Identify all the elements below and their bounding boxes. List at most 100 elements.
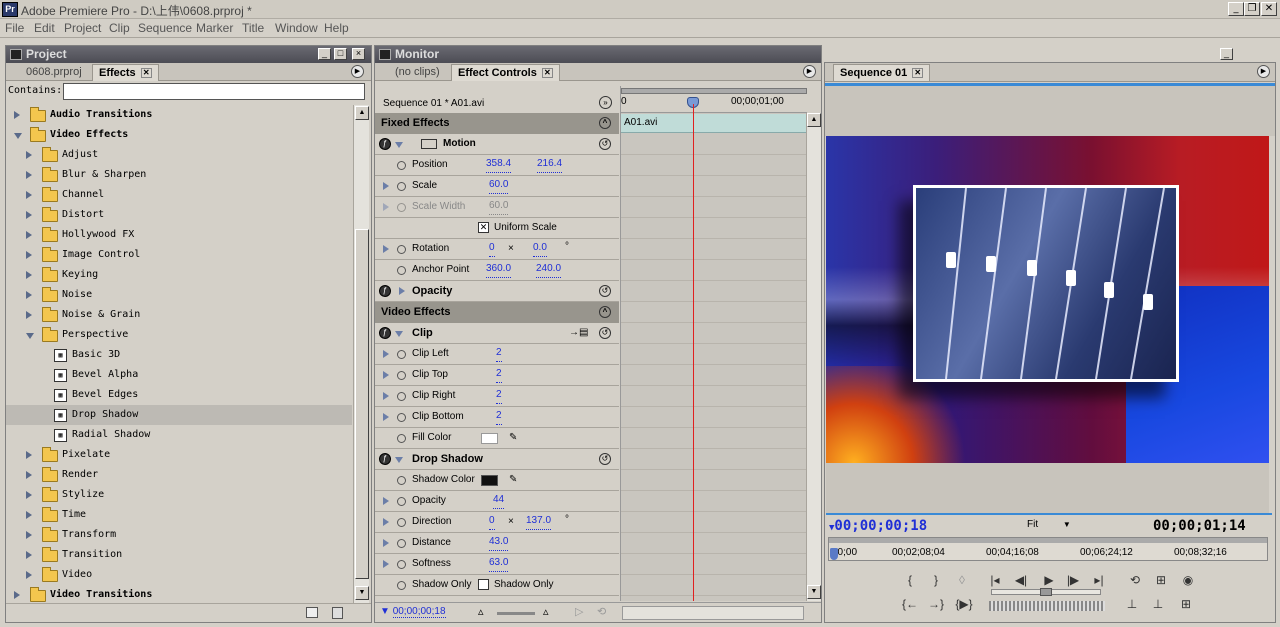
loop-icon[interactable]: ⟲: [597, 605, 606, 618]
tab-project-file[interactable]: 0608.prproj: [20, 64, 88, 81]
mark-out-icon[interactable]: }: [929, 573, 943, 587]
jog-wheel[interactable]: [989, 601, 1105, 611]
tree-item[interactable]: Video Effects: [6, 125, 352, 145]
stopwatch-icon[interactable]: [397, 518, 406, 527]
restore-button[interactable]: ❐: [1244, 2, 1260, 16]
mark-in-icon[interactable]: {: [903, 573, 917, 587]
ec-timecode[interactable]: ▼ 00;00;00;18: [380, 606, 446, 618]
output-icon[interactable]: ◉: [1180, 573, 1196, 587]
chevron-right-icon[interactable]: [26, 531, 32, 539]
keyframe-track[interactable]: [621, 302, 807, 323]
reset-icon[interactable]: ↺: [599, 138, 611, 150]
shadow-color-swatch[interactable]: [481, 475, 498, 486]
tab-close-icon[interactable]: ✕: [140, 68, 152, 79]
keyframe-track[interactable]: [621, 218, 807, 239]
chevron-right-icon[interactable]: [26, 491, 32, 499]
tree-item[interactable]: Keying: [6, 265, 352, 285]
direction-turns-value[interactable]: 0: [489, 512, 495, 530]
clip-bottom-value[interactable]: 2: [496, 407, 502, 425]
tab-no-clips[interactable]: (no clips): [389, 64, 446, 81]
menu-file[interactable]: File: [5, 21, 24, 35]
effect-timeline[interactable]: 0 00;00;01;00 A01.avi: [620, 86, 807, 601]
reset-icon[interactable]: ↺: [599, 453, 611, 465]
expand-triangle-icon[interactable]: [383, 182, 389, 190]
menu-project[interactable]: Project: [64, 21, 101, 35]
tree-item[interactable]: ▦ Bevel Alpha: [6, 365, 352, 385]
position-y-value[interactable]: 216.4: [537, 155, 563, 173]
program-playhead[interactable]: [830, 548, 838, 560]
go-to-out-icon[interactable]: ▸|: [1091, 573, 1107, 587]
ec-scrollbar[interactable]: ▲ ▼: [806, 113, 821, 601]
chevron-right-icon[interactable]: [26, 291, 32, 299]
keyframe-track[interactable]: [621, 512, 807, 533]
zoom-slider[interactable]: [497, 612, 535, 615]
panel-menu-icon[interactable]: ▶: [351, 65, 364, 78]
tab-close-icon[interactable]: ✕: [912, 68, 924, 79]
keyframe-track[interactable]: [621, 491, 807, 512]
tree-item[interactable]: Image Control: [6, 245, 352, 265]
keyframe-track[interactable]: [621, 407, 807, 428]
stopwatch-icon[interactable]: [397, 245, 406, 254]
expand-triangle-icon[interactable]: [395, 457, 403, 463]
expand-triangle-icon[interactable]: [383, 392, 389, 400]
reset-icon[interactable]: ↺: [599, 327, 611, 339]
scaled-clip-frame[interactable]: [913, 185, 1179, 382]
rotation-turns-value[interactable]: 0: [489, 239, 495, 257]
tree-item[interactable]: Noise: [6, 285, 352, 305]
tree-item[interactable]: Audio Transitions: [6, 105, 352, 125]
stopwatch-icon[interactable]: [397, 560, 406, 569]
panel-close-button[interactable]: ×: [352, 48, 365, 60]
keyframe-track[interactable]: [621, 449, 807, 470]
tree-item[interactable]: Channel: [6, 185, 352, 205]
new-folder-icon[interactable]: [306, 607, 318, 618]
scroll-down-button[interactable]: ▼: [355, 586, 369, 600]
expand-triangle-icon[interactable]: [383, 539, 389, 547]
drop-shadow-effect-row[interactable]: ƒ Drop Shadow ↺: [375, 449, 619, 470]
stopwatch-icon[interactable]: [397, 392, 406, 401]
program-zoom-bar[interactable]: [829, 538, 1267, 543]
step-back-icon[interactable]: ◀|: [1013, 573, 1029, 587]
current-timecode-value[interactable]: 00;00;00;18: [834, 518, 927, 534]
contains-input[interactable]: [63, 83, 365, 100]
keyframe-track[interactable]: [621, 197, 807, 218]
keyframe-track[interactable]: [621, 323, 807, 344]
video-frame[interactable]: [826, 136, 1269, 463]
menu-marker[interactable]: Marker: [196, 21, 233, 35]
zoom-out-icon[interactable]: ▵: [478, 605, 484, 618]
chevron-right-icon[interactable]: [26, 571, 32, 579]
eyedropper-icon[interactable]: ✎: [509, 470, 517, 490]
chevron-right-icon[interactable]: [26, 211, 32, 219]
zoom-in-icon[interactable]: ▵: [543, 605, 549, 618]
panel-menu-icon[interactable]: ▶: [1257, 65, 1270, 78]
chevron-right-icon[interactable]: [26, 271, 32, 279]
chevron-right-icon[interactable]: [26, 171, 32, 179]
tree-item[interactable]: Time: [6, 505, 352, 525]
stopwatch-icon[interactable]: [397, 539, 406, 548]
opacity-effect-row[interactable]: ƒ Opacity ↺: [375, 281, 619, 302]
menu-clip[interactable]: Clip: [109, 21, 130, 35]
fx-toggle-icon[interactable]: ƒ: [379, 285, 391, 297]
collapse-timeline-icon[interactable]: »: [599, 96, 612, 109]
zoom-level-select[interactable]: Fit ▼: [1027, 519, 1071, 530]
tree-item[interactable]: ▦ Drop Shadow: [6, 405, 352, 425]
shadow-opacity-value[interactable]: 44: [493, 491, 505, 509]
expand-triangle-icon[interactable]: [383, 560, 389, 568]
play-icon[interactable]: ▶: [1041, 573, 1057, 587]
keyframe-track[interactable]: [621, 134, 807, 155]
expand-triangle-icon[interactable]: [399, 287, 405, 295]
fx-toggle-icon[interactable]: ƒ: [379, 138, 391, 150]
menu-sequence[interactable]: Sequence: [138, 21, 192, 35]
expand-triangle-icon[interactable]: [383, 413, 389, 421]
motion-effect-row[interactable]: ƒ Motion ↺: [375, 134, 619, 155]
go-to-in-icon[interactable]: |◂: [987, 573, 1003, 587]
step-forward-icon[interactable]: |▶: [1065, 573, 1081, 587]
tree-item[interactable]: Noise & Grain: [6, 305, 352, 325]
tab-close-icon[interactable]: ✕: [541, 68, 553, 79]
distance-value[interactable]: 43.0: [489, 533, 509, 551]
stopwatch-icon[interactable]: [397, 581, 406, 590]
tree-item[interactable]: ▦ Basic 3D: [6, 345, 352, 365]
lift-icon[interactable]: ⊥: [1123, 597, 1141, 611]
tab-sequence[interactable]: Sequence 01 ✕: [833, 64, 931, 81]
panel-minimize-button[interactable]: _: [318, 48, 331, 60]
tab-effects[interactable]: Effects ✕: [92, 64, 159, 81]
